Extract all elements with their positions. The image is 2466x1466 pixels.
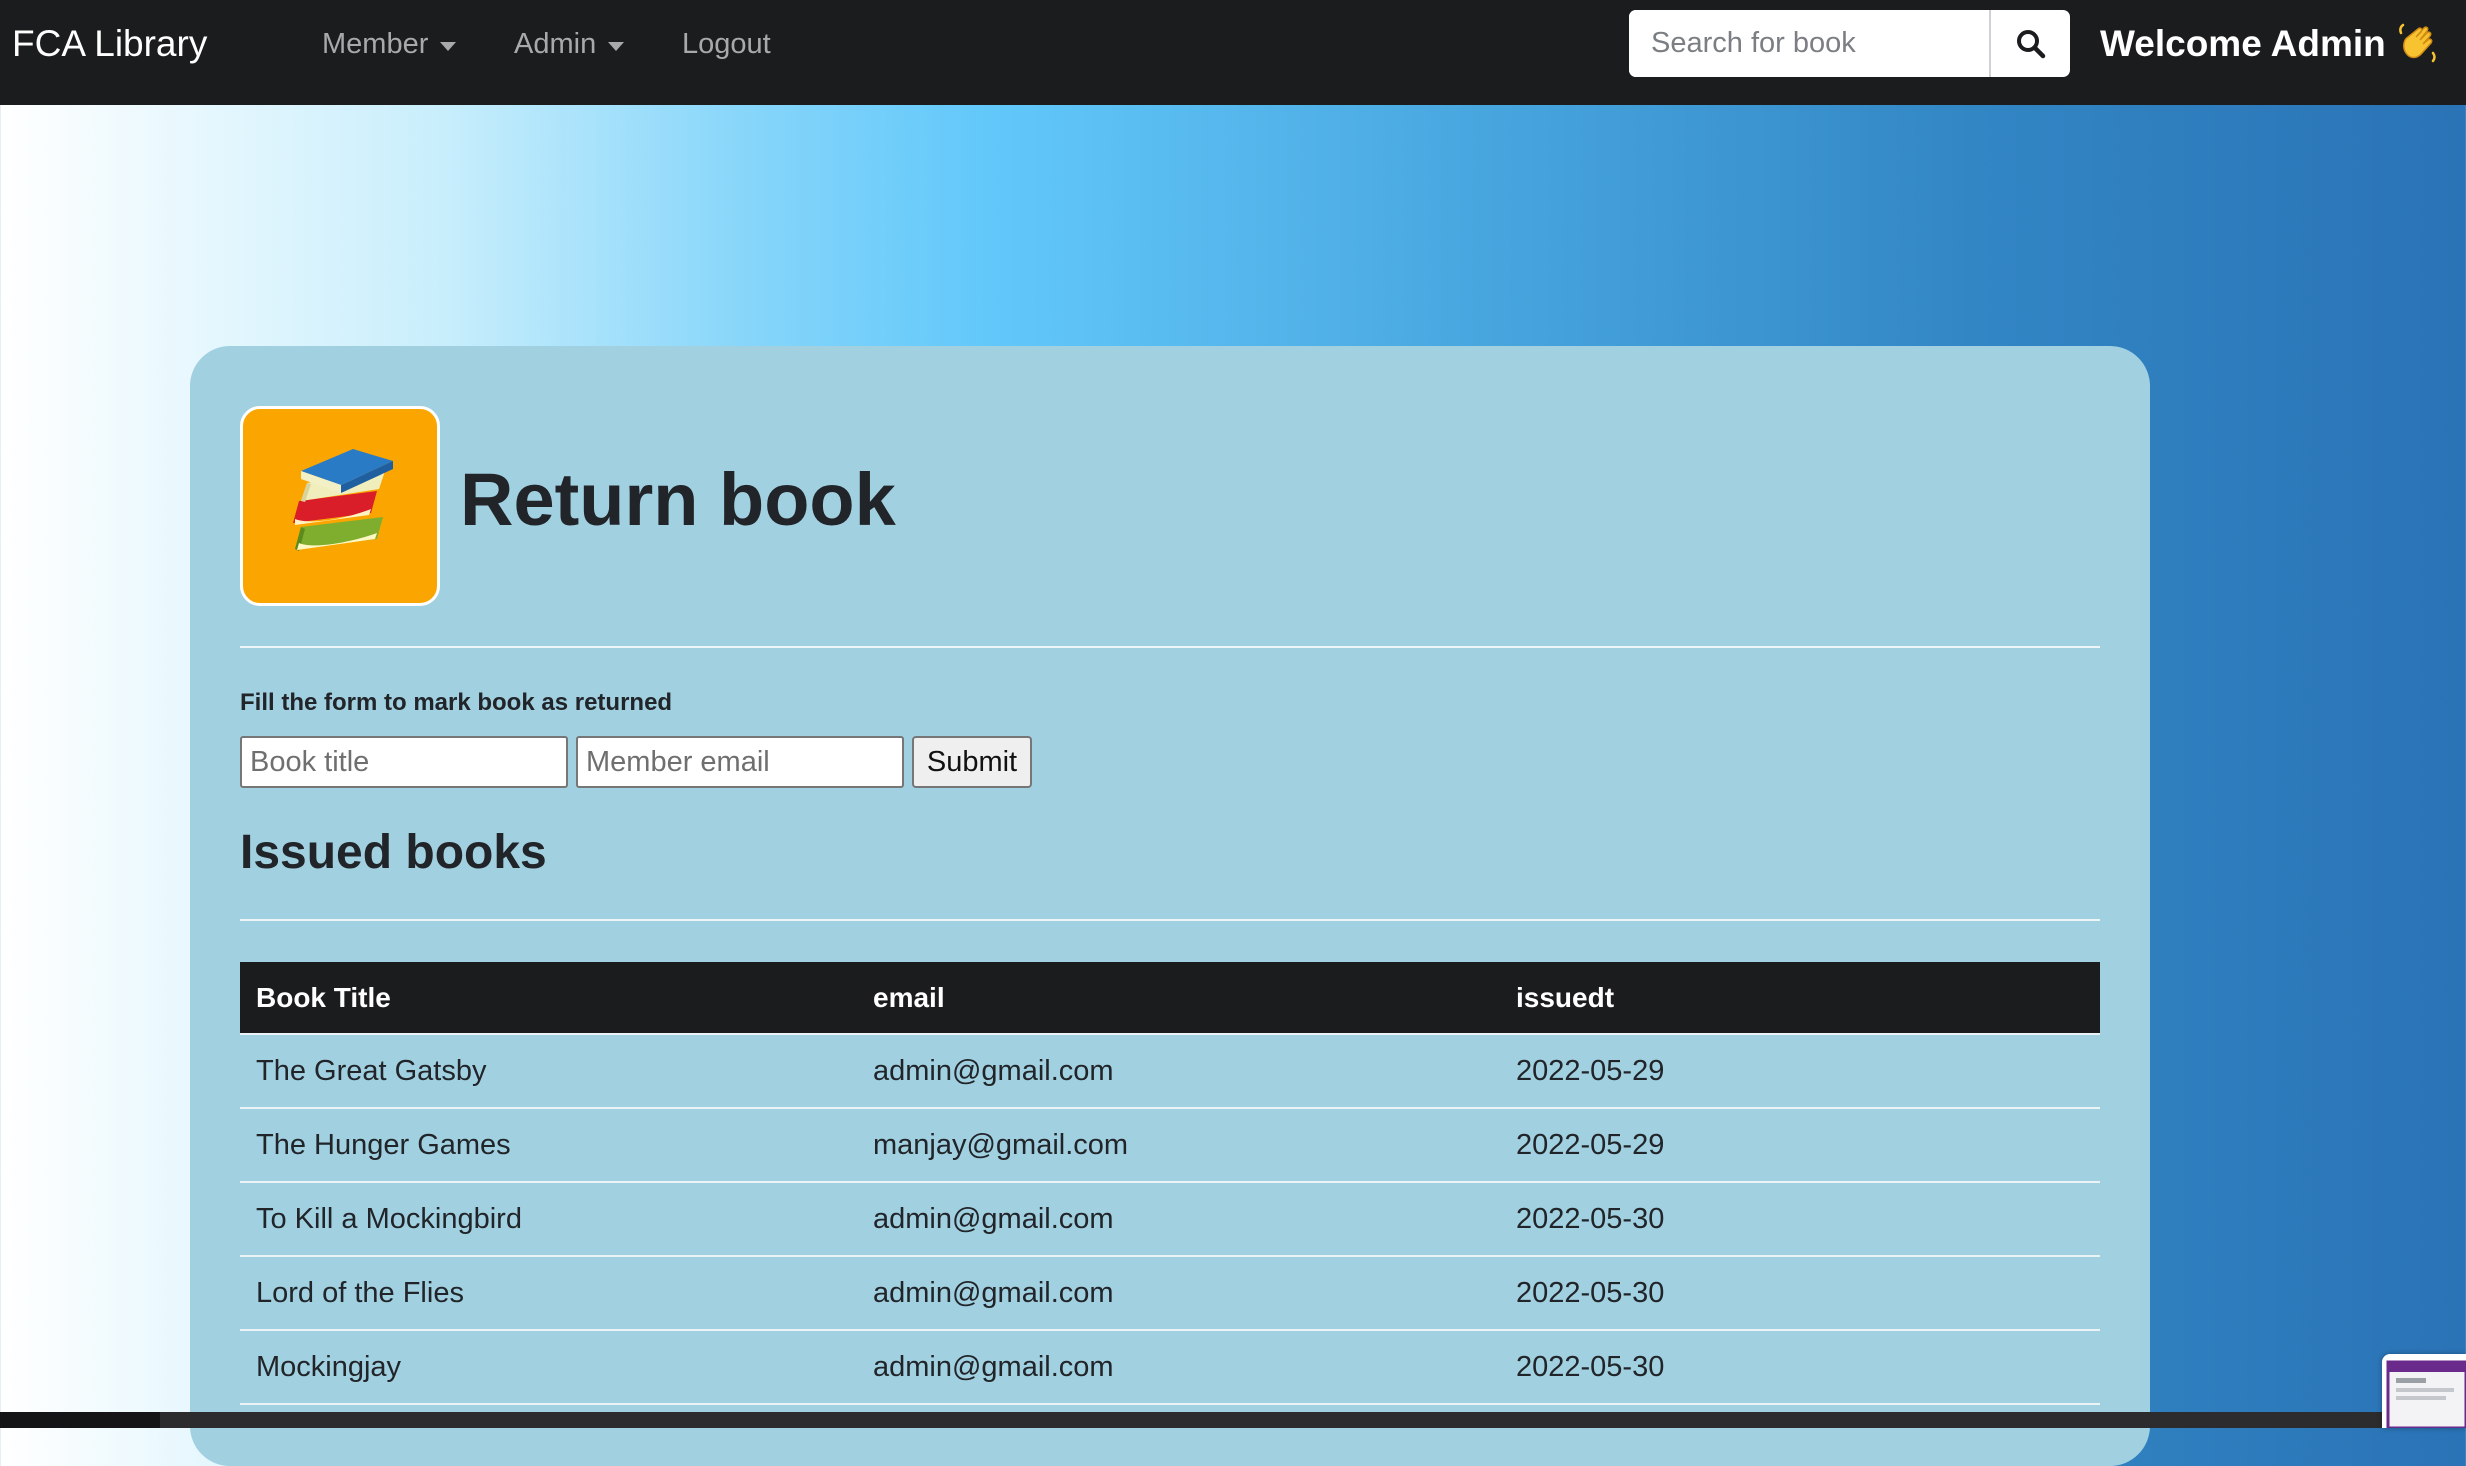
- table-row: The Hunger Games manjay@gmail.com 2022-0…: [240, 1108, 2100, 1183]
- status-strip-left: [0, 1412, 160, 1428]
- waving-hand-icon: [2398, 23, 2438, 65]
- table-row: The Great Gatsby admin@gmail.com 2022-05…: [240, 1033, 2100, 1109]
- member-email-input[interactable]: [576, 736, 904, 788]
- welcome-text: Welcome Admin: [2100, 23, 2386, 64]
- title-divider: [240, 646, 2100, 648]
- cell-issued-date: 2022-05-29: [1500, 1033, 2100, 1109]
- cell-email: admin@gmail.com: [857, 1256, 1500, 1331]
- cell-issued-date: 2022-05-30: [1500, 1256, 2100, 1331]
- table-header-row: Book Title email issuedt: [240, 962, 2100, 1034]
- cell-issued-date: 2022-05-29: [1500, 1108, 2100, 1183]
- return-book-card: Return book Fill the form to mark book a…: [190, 346, 2150, 1466]
- cell-issued-date: 2022-05-30: [1500, 1330, 2100, 1405]
- cell-book-title: Lord of the Flies: [240, 1256, 857, 1331]
- search-input[interactable]: [1629, 10, 1991, 77]
- cell-book-title: Mockingjay: [240, 1330, 857, 1405]
- column-header-book-title: Book Title: [240, 962, 857, 1034]
- cell-book-title: The Hunger Games: [240, 1108, 857, 1183]
- library-logo: [240, 406, 440, 606]
- table-row: Lord of the Flies admin@gmail.com 2022-0…: [240, 1256, 2100, 1331]
- cell-email: admin@gmail.com: [857, 1033, 1500, 1109]
- nav-admin-dropdown[interactable]: Admin: [514, 26, 625, 62]
- book-title-input[interactable]: [240, 736, 568, 788]
- issued-books-heading: Issued books: [240, 826, 547, 879]
- bottom-status-strip: [0, 1412, 2466, 1428]
- cell-book-title: The Great Gatsby: [240, 1033, 857, 1109]
- stacked-books-icon: [293, 449, 393, 551]
- column-header-issuedt: issuedt: [1500, 962, 2100, 1034]
- cell-email: manjay@gmail.com: [857, 1108, 1500, 1183]
- search-icon: [2016, 29, 2045, 58]
- page-title: Return book: [460, 458, 896, 541]
- table-row: Mockingjay admin@gmail.com 2022-05-30: [240, 1330, 2100, 1405]
- search-button[interactable]: [1991, 10, 2070, 77]
- cell-email: admin@gmail.com: [857, 1330, 1500, 1405]
- chevron-down-icon: [440, 41, 457, 51]
- issued-books-table: Book Title email issuedt The Great Gatsb…: [240, 962, 2100, 1405]
- nav-logout-link[interactable]: Logout: [682, 26, 771, 62]
- issued-divider: [240, 919, 2100, 921]
- window-preview-icon: [2386, 1360, 2466, 1428]
- brand-link[interactable]: FCA Library: [12, 22, 207, 66]
- nav-logout-label: Logout: [682, 28, 771, 60]
- nav-admin-label: Admin: [514, 28, 597, 60]
- navbar: FCA Library Member Admin Logout Welcome …: [0, 0, 2466, 105]
- nav-member-label: Member: [322, 28, 429, 60]
- cell-book-title: To Kill a Mockingbird: [240, 1182, 857, 1257]
- submit-button[interactable]: Submit: [912, 736, 1032, 788]
- chevron-down-icon: [608, 41, 625, 51]
- nav-member-dropdown[interactable]: Member: [322, 26, 457, 62]
- search-group: [1629, 10, 2070, 77]
- preview-thumbnail[interactable]: [2382, 1354, 2466, 1428]
- cell-email: admin@gmail.com: [857, 1182, 1500, 1257]
- column-header-email: email: [857, 962, 1500, 1034]
- table-row: To Kill a Mockingbird admin@gmail.com 20…: [240, 1182, 2100, 1257]
- welcome-message: Welcome Admin: [2100, 22, 2438, 66]
- cell-issued-date: 2022-05-30: [1500, 1182, 2100, 1257]
- form-hint: Fill the form to mark book as returned: [240, 689, 673, 716]
